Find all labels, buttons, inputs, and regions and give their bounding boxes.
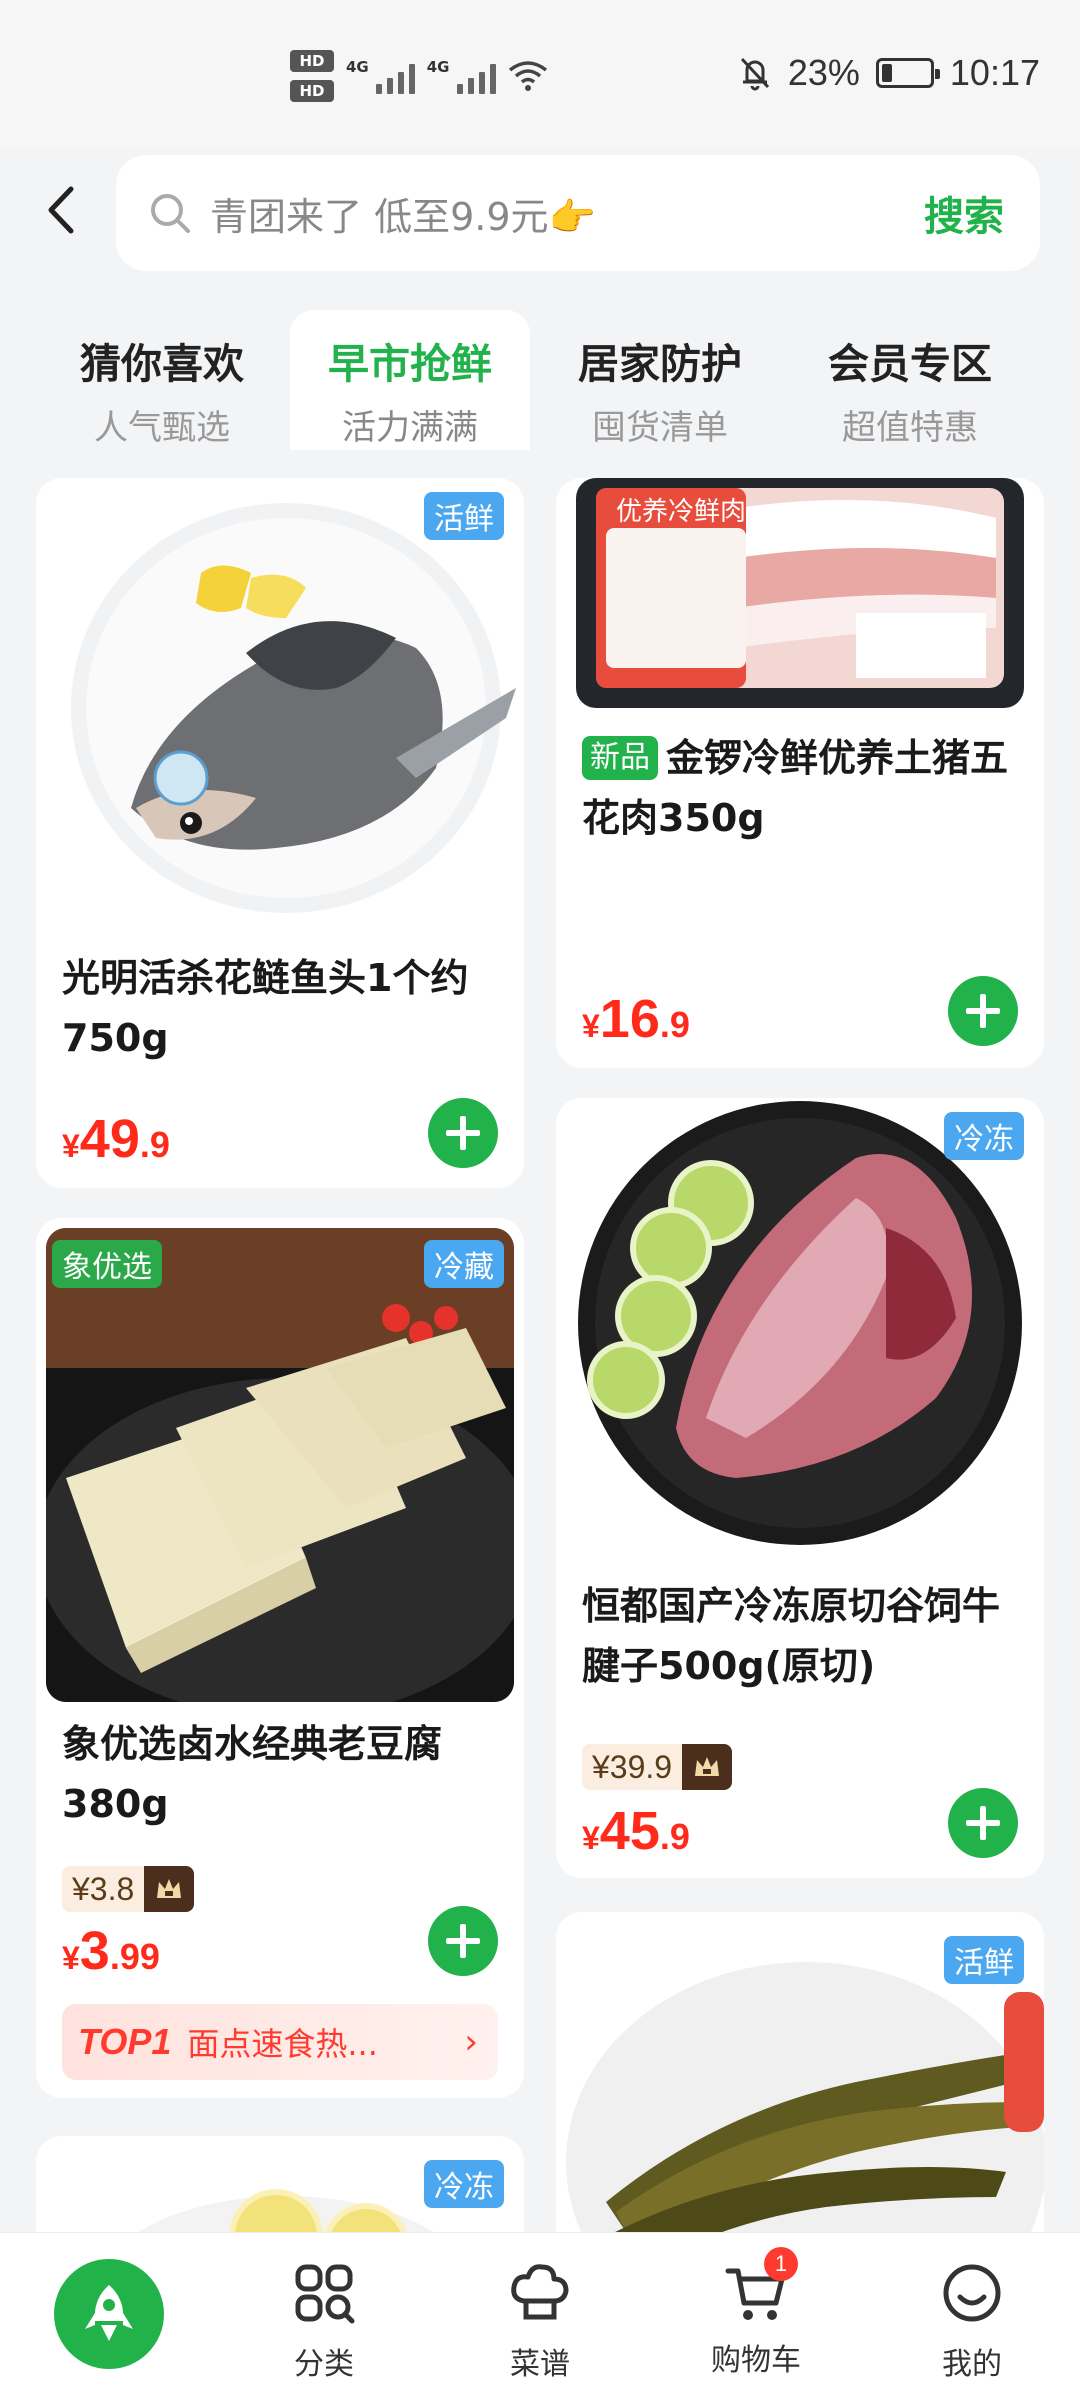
product-card[interactable]: 冷冻 恒都国产冷冻原切谷饲牛腱子500g(原切) ¥39.9 ¥45.9	[556, 1098, 1044, 1878]
tofu-image	[46, 1228, 514, 1702]
add-to-cart-button[interactable]	[428, 1098, 498, 1168]
member-price-value: ¥39.9	[582, 1744, 683, 1790]
product-card[interactable]: 活鲜 光明活杀花鲢鱼头1个约750g ¥49.9	[36, 478, 524, 1188]
product-image[interactable]: 活鲜	[36, 478, 524, 928]
tab-guess-you-like[interactable]: 猜你喜欢 人气甄选	[42, 310, 282, 450]
nav-category[interactable]: 分类	[244, 2261, 404, 2383]
tab-home-protection[interactable]: 居家防护 囤货清单	[540, 310, 780, 450]
add-to-cart-button[interactable]	[428, 1906, 498, 1976]
product-badge: 活鲜	[424, 492, 504, 540]
battery-icon	[875, 58, 940, 88]
product-price: ¥49.9	[62, 1109, 170, 1169]
hd-voice-icon: HD	[290, 80, 334, 102]
network-type-label: 4G	[346, 58, 369, 76]
chevron-right-icon: ›	[464, 2022, 478, 2062]
tab-title: 居家防护	[578, 340, 742, 388]
add-to-cart-button[interactable]	[948, 976, 1018, 1046]
smiley-icon	[943, 2264, 1001, 2322]
back-button[interactable]	[30, 180, 90, 240]
member-price-value: ¥3.8	[62, 1866, 145, 1912]
product-badge: 活鲜	[944, 1936, 1024, 1984]
product-name: 象优选卤水经典老豆腐380g	[62, 1722, 443, 1826]
tab-subtitle: 囤货清单	[592, 408, 728, 448]
tab-subtitle: 人气甄选	[94, 408, 230, 448]
category-tabs: 猜你喜欢 人气甄选 早市抢鲜 活力满满 居家防护 囤货清单 会员专区 超值特惠	[0, 300, 1080, 450]
battery-percentage: 23%	[787, 52, 860, 93]
add-to-cart-button[interactable]	[948, 1788, 1018, 1858]
nav-profile[interactable]: 我的	[892, 2261, 1052, 2383]
pork-belly-image: 优养冷鲜肉	[576, 478, 1024, 708]
search-placeholder[interactable]: 青团来了 低至9.9元👉	[210, 186, 924, 241]
cart-count-badge: 1	[764, 2247, 798, 2281]
product-name: 恒都国产冷冻原切谷饲牛腱子500g(原切)	[582, 1584, 1001, 1688]
back-arrow-icon	[48, 186, 74, 234]
member-crown-icon	[144, 1866, 195, 1912]
product-name: 光明活杀花鲢鱼头1个约750g	[62, 956, 469, 1060]
nav-label: 我的	[942, 2347, 1002, 2382]
product-badge: 冷冻	[424, 2160, 504, 2208]
nav-recipes[interactable]: 菜谱	[460, 2261, 620, 2383]
nav-label: 菜谱	[510, 2347, 570, 2382]
product-badge: 冷冻	[944, 1112, 1024, 1160]
product-badge: 冷藏	[424, 1240, 504, 1288]
cellular-signal-icon: 4G	[427, 58, 496, 94]
member-crown-icon	[682, 1744, 733, 1790]
network-indicators: HD HD 4G 4G	[290, 50, 548, 102]
package-text: 优养冷鲜肉	[616, 497, 746, 527]
product-image[interactable]: 优养冷鲜肉	[556, 478, 1044, 718]
system-indicators: 23% 10:17	[738, 52, 1040, 94]
wifi-icon	[508, 61, 547, 91]
fish-head-image	[71, 503, 516, 913]
ranking-banner[interactable]: TOP1 面点速食热... ›	[62, 2004, 498, 2080]
tab-morning-market[interactable]: 早市抢鲜 活力满满	[290, 310, 530, 450]
ranking-label: TOP1	[78, 2021, 172, 2062]
search-bar[interactable]: 青团来了 低至9.9元👉 搜索	[116, 155, 1040, 271]
tab-title: 猜你喜欢	[80, 340, 244, 388]
product-price: ¥3.99	[62, 1921, 160, 1981]
cellular-signal-icon: 4G	[346, 58, 415, 94]
member-price: ¥3.8	[62, 1866, 195, 1912]
beef-shank-image	[578, 1101, 1022, 1545]
clock: 10:17	[949, 52, 1040, 93]
tab-subtitle: 超值特惠	[842, 408, 978, 448]
tab-title: 会员专区	[828, 340, 992, 388]
product-price: ¥45.9	[582, 1801, 690, 1861]
search-icon	[151, 194, 190, 233]
product-card[interactable]: 优养冷鲜肉 新品 金锣冷鲜优养土猪五花肉350g ¥16.9	[556, 478, 1044, 1068]
new-tag: 新品	[582, 736, 658, 780]
tab-member-zone[interactable]: 会员专区 超值特惠	[790, 310, 1030, 450]
ranking-text: 面点速食热...	[187, 2025, 378, 2063]
tab-subtitle: 活力满满	[342, 408, 478, 448]
chef-hat-icon	[511, 2264, 569, 2320]
product-card[interactable]: 象优选 冷藏 象优选卤水经典老豆腐380g ¥3.8 ¥3.99 TOP1 面点…	[36, 1218, 524, 2098]
rocket-icon	[85, 2285, 133, 2341]
search-button[interactable]: 搜索	[924, 184, 1004, 242]
product-price: ¥16.9	[582, 989, 690, 1049]
hd-voice-icon: HD	[290, 50, 334, 72]
nav-label: 购物车	[711, 2343, 801, 2378]
nav-label: 分类	[294, 2347, 354, 2382]
home-button[interactable]	[54, 2259, 164, 2369]
product-image[interactable]: 象优选 冷藏	[46, 1228, 514, 1702]
brand-badge: 象优选	[52, 1240, 162, 1288]
mute-bell-icon	[740, 57, 769, 91]
status-bar: HD HD 4G 4G 23% 10:17	[0, 0, 1080, 150]
product-name: 新品 金锣冷鲜优养土猪五花肉350g	[582, 736, 1009, 840]
network-type-label: 4G	[426, 58, 450, 76]
member-price: ¥39.9	[582, 1744, 733, 1790]
nav-cart[interactable]: 1 购物车	[676, 2247, 836, 2379]
product-image[interactable]: 冷冻	[556, 1098, 1044, 1568]
category-icon	[295, 2264, 355, 2324]
tab-title: 早市抢鲜	[328, 340, 492, 388]
bottom-navigation: 分类 菜谱 1 购物车 我的	[0, 2232, 1080, 2400]
